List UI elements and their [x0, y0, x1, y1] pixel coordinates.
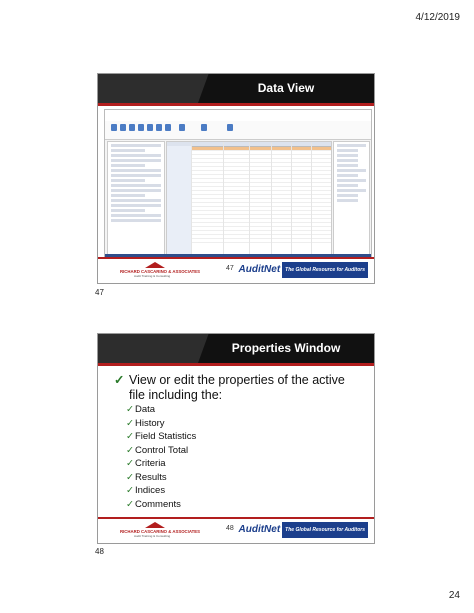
- bullet-list: ✓ View or edit the properties of the act…: [114, 373, 364, 511]
- sub-bullet: ✓Criteria: [126, 458, 166, 469]
- check-icon: ✓: [126, 444, 134, 456]
- sub-bullet: ✓History: [126, 417, 165, 429]
- idea-data-view-screenshot: [104, 109, 372, 261]
- check-icon: ✓: [126, 498, 134, 510]
- check-icon: ✓: [114, 373, 125, 387]
- slide-footer: RICHARD CASCARINO & ASSOCIATES Audit Tra…: [98, 257, 374, 283]
- check-icon: ✓: [126, 458, 134, 469]
- sub-bullet: ✓Results: [126, 471, 167, 483]
- sub-bullet: ✓Field Statistics: [126, 431, 197, 442]
- slide-data-view: Data View RICHARD CASCARINO & ASSOCIATES…: [97, 73, 375, 284]
- page-date: 4/12/2019: [415, 12, 461, 23]
- slide-footer-number: 48: [226, 525, 234, 532]
- check-icon: ✓: [126, 404, 134, 415]
- page-number: 24: [448, 590, 460, 601]
- check-icon: ✓: [126, 471, 134, 483]
- check-icon: ✓: [126, 431, 134, 442]
- data-grid: [166, 141, 332, 256]
- sub-bullet: ✓Comments: [126, 498, 181, 510]
- check-icon: ✓: [126, 485, 134, 496]
- auditnet-logo: AuditNet The Global Resource for Auditor…: [239, 522, 368, 538]
- firm-logo: RICHARD CASCARINO & ASSOCIATES Audit Tra…: [120, 262, 200, 280]
- ribbon: [105, 121, 371, 140]
- auditnet-logo: AuditNet The Global Resource for Auditor…: [239, 262, 368, 278]
- sub-bullet: ✓Control Total: [126, 444, 189, 456]
- slide-footer: RICHARD CASCARINO & ASSOCIATES Audit Tra…: [98, 517, 374, 543]
- properties-pane: [333, 141, 370, 256]
- main-bullet: ✓ View or edit the properties of the act…: [114, 373, 345, 402]
- slide-footer-number: 47: [226, 265, 234, 272]
- check-icon: ✓: [126, 417, 134, 429]
- slide-label: 47: [95, 288, 104, 297]
- slide-title: Properties Window: [231, 341, 341, 355]
- sub-bullet: ✓Data: [126, 404, 156, 415]
- slide-title: Data View: [257, 81, 315, 95]
- file-explorer-pane: [107, 141, 165, 256]
- firm-logo: RICHARD CASCARINO & ASSOCIATES Audit Tra…: [120, 522, 200, 540]
- slide-label: 48: [95, 547, 104, 556]
- sub-bullet: ✓Indices: [126, 485, 166, 496]
- slide-properties-window: Properties Window ✓ View or edit the pro…: [97, 333, 375, 544]
